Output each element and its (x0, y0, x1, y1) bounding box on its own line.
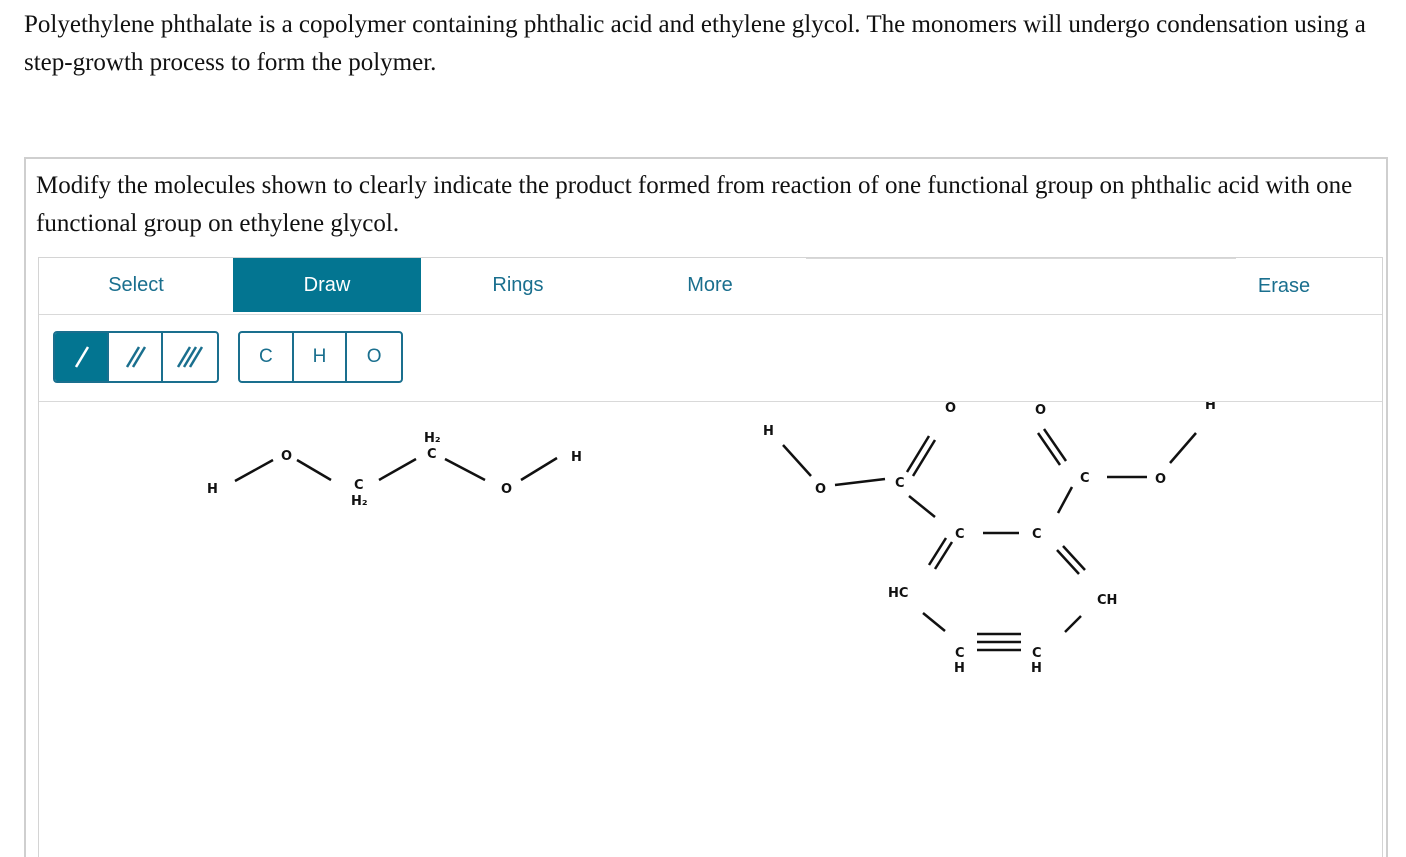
bond[interactable] (834, 477, 886, 487)
triple-bond-icon (176, 346, 204, 368)
bond[interactable] (1062, 545, 1086, 571)
atom-label[interactable]: O (501, 482, 512, 497)
tab-more[interactable]: More (615, 258, 805, 312)
atom-label[interactable]: H (207, 482, 218, 497)
atom-oxygen-button[interactable]: O (347, 333, 401, 381)
atom-labels: H O C H₂ C H₂ O H H O C O C C CH C H C H (207, 402, 1216, 676)
atom-label[interactable]: C (955, 527, 965, 542)
drawing-canvas[interactable]: H O C H₂ C H₂ O H H O C O C C CH C H C H (39, 402, 1382, 702)
atom-label: H (1031, 661, 1042, 676)
bond-lines (234, 428, 1197, 652)
bond[interactable] (782, 444, 812, 477)
atom-label[interactable]: C (1032, 527, 1042, 542)
atom-label: H₂ (424, 431, 441, 446)
atom-label[interactable]: C (354, 478, 364, 493)
question-prompt: Modify the molecules shown to clearly in… (36, 172, 1353, 237)
tab-select[interactable]: Select (39, 258, 233, 312)
atom-label[interactable]: O (945, 402, 956, 416)
bond[interactable] (378, 457, 417, 482)
atom-label: H (954, 661, 965, 676)
bond[interactable] (1056, 549, 1080, 575)
atom-label[interactable]: H (1205, 402, 1216, 413)
double-bond-button[interactable] (109, 333, 163, 381)
atom-label[interactable]: C (955, 646, 965, 661)
molecule-editor: Select Draw Rings More Erase C H O H O C… (38, 257, 1383, 857)
atom-label[interactable]: O (281, 449, 292, 464)
atom-hydrogen-button[interactable]: H (294, 333, 348, 381)
intro-text: Polyethylene phthalate is a copolymer co… (24, 11, 1366, 76)
bond[interactable] (1064, 615, 1082, 633)
triple-bond-button[interactable] (163, 333, 217, 381)
single-bond-button[interactable] (55, 333, 109, 381)
bond[interactable] (1056, 486, 1074, 514)
bond[interactable] (908, 495, 936, 518)
bond[interactable] (296, 458, 332, 482)
tabbar-divider (806, 258, 1236, 259)
atom-label[interactable]: C (895, 476, 905, 491)
atom-label: H₂ (351, 494, 368, 509)
bond[interactable] (1169, 432, 1197, 464)
atom-label[interactable]: O (1155, 472, 1166, 487)
atom-label[interactable]: C (1080, 471, 1090, 486)
atom-tool-group: C H O (238, 331, 403, 383)
tab-draw[interactable]: Draw (233, 258, 421, 312)
atom-label[interactable]: O (1035, 403, 1046, 418)
question-panel: Modify the molecules shown to clearly in… (24, 157, 1388, 857)
bond[interactable] (933, 541, 954, 570)
bond-tool-group (53, 331, 219, 383)
bond[interactable] (234, 458, 274, 483)
atom-label[interactable]: C (1032, 646, 1042, 661)
atom-label[interactable]: O (815, 482, 826, 497)
erase-button[interactable]: Erase (1229, 259, 1339, 313)
double-bond-icon (125, 346, 147, 368)
single-bond-icon (74, 346, 90, 368)
atom-label[interactable]: CH (1097, 593, 1117, 608)
atom-label[interactable]: H (571, 450, 582, 465)
atom-carbon-button[interactable]: C (240, 333, 294, 381)
atom-label[interactable]: HC (888, 586, 908, 601)
draw-toolbar: C H O (39, 315, 1382, 402)
atom-label[interactable]: H (763, 424, 774, 439)
editor-tabbar: Select Draw Rings More Erase (39, 258, 1382, 315)
atom-label[interactable]: C (427, 447, 437, 462)
bond[interactable] (520, 456, 558, 482)
bond[interactable] (927, 537, 948, 566)
bond[interactable] (444, 457, 486, 482)
tab-rings[interactable]: Rings (421, 258, 615, 312)
bond[interactable] (922, 612, 946, 632)
